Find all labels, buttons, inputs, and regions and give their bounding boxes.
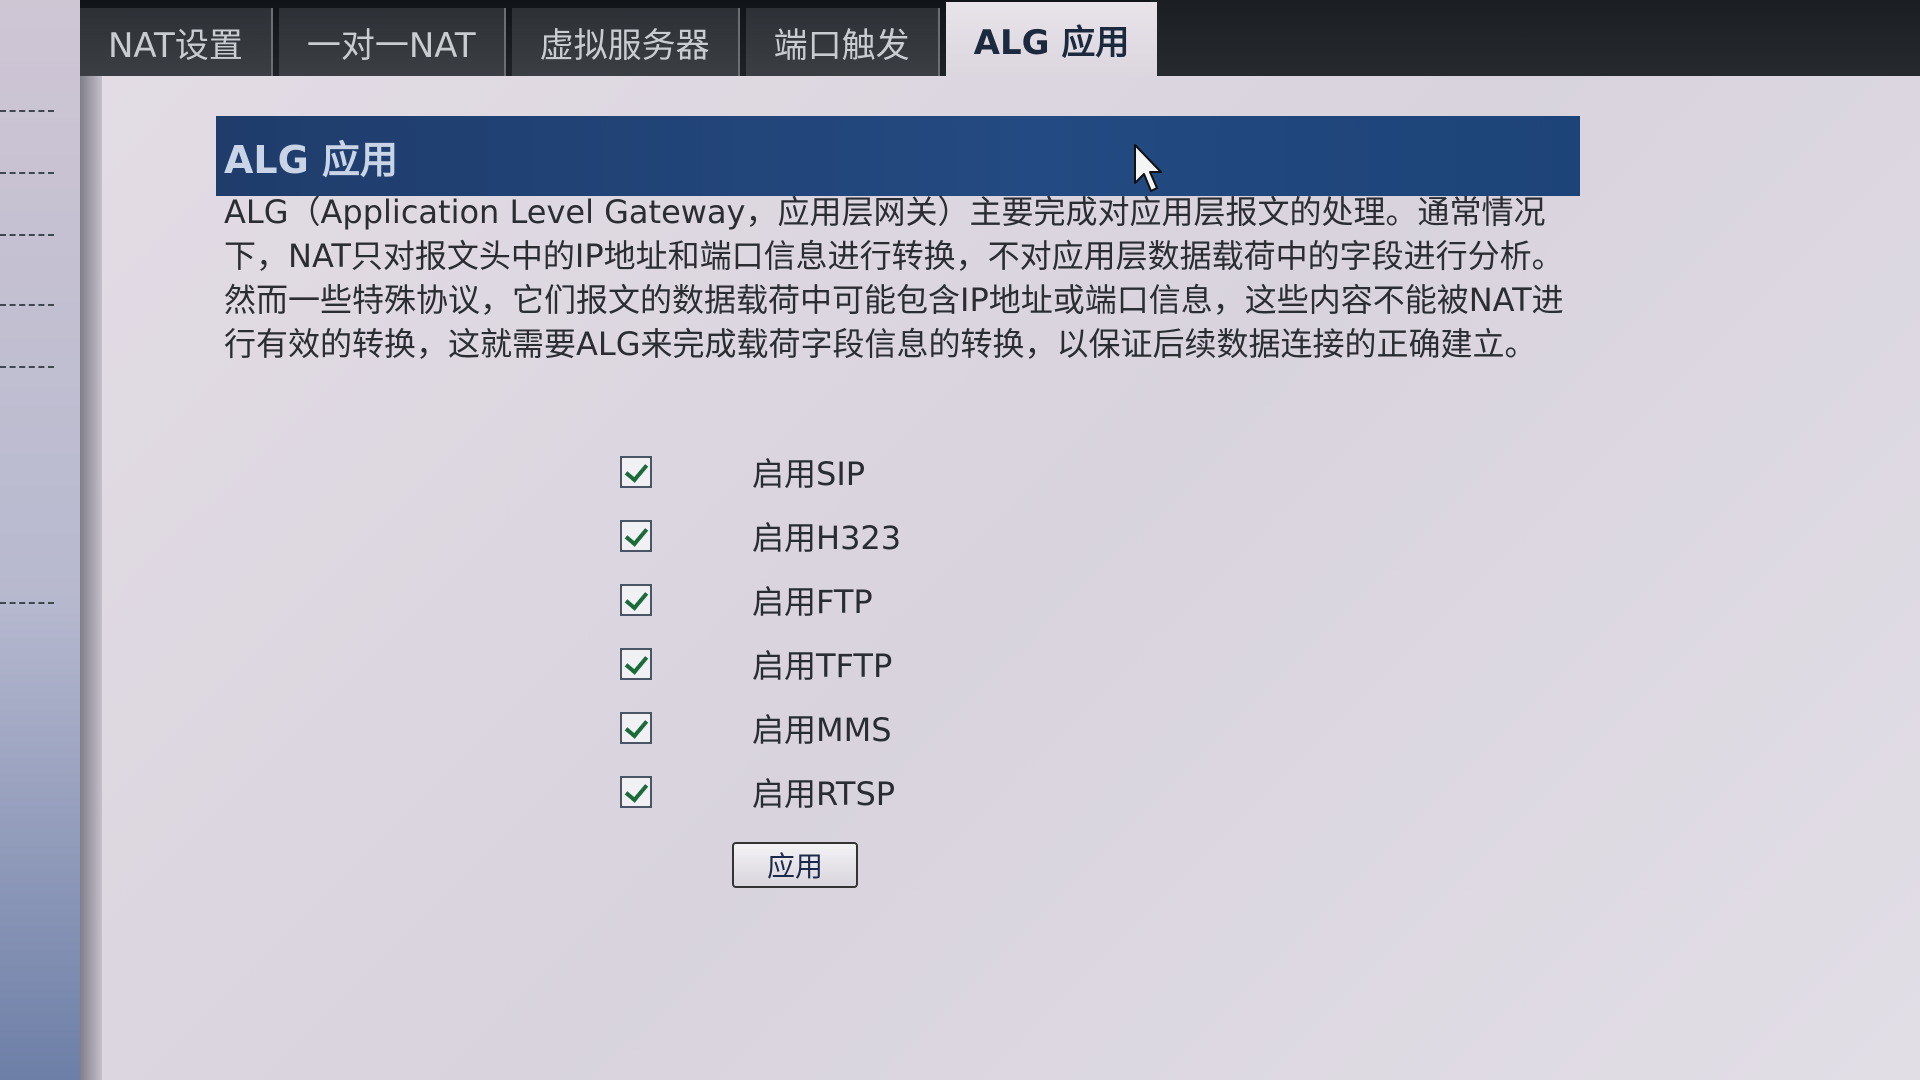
tftp-label: 启用TFTP bbox=[752, 647, 893, 685]
nav-separator bbox=[0, 602, 54, 604]
checkmark-icon bbox=[624, 586, 649, 611]
option-row-tftp: 启用TFTP bbox=[620, 632, 901, 696]
section-description: ALG（Application Level Gateway，应用层网关）主要完成… bbox=[224, 193, 1564, 363]
h323-label: 启用H323 bbox=[752, 519, 902, 557]
rtsp-label: 启用RTSP bbox=[752, 775, 896, 813]
checkmark-icon bbox=[624, 650, 649, 675]
sidebar-divider bbox=[80, 40, 102, 1080]
sip-checkbox[interactable] bbox=[620, 456, 652, 488]
ftp-checkbox[interactable] bbox=[620, 584, 652, 616]
nav-separator bbox=[0, 110, 54, 112]
nav-separator bbox=[0, 234, 54, 236]
rtsp-checkbox[interactable] bbox=[620, 776, 652, 808]
ftp-label: 启用FTP bbox=[752, 583, 873, 621]
router-admin-page: NAT设置 一对一NAT 虚拟服务器 端口触发 ALG 应用 ALG 应用 AL… bbox=[0, 0, 1920, 1080]
option-row-rtsp: 启用RTSP bbox=[620, 760, 901, 824]
tab-port-trigger[interactable]: 端口触发 bbox=[745, 8, 940, 76]
option-row-sip: 启用SIP bbox=[620, 440, 901, 504]
checkmark-icon bbox=[624, 778, 649, 803]
option-row-ftp: 启用FTP bbox=[620, 568, 901, 632]
tab-virtual-server[interactable]: 虚拟服务器 bbox=[511, 8, 740, 76]
tab-bar: NAT设置 一对一NAT 虚拟服务器 端口触发 ALG 应用 bbox=[80, 0, 1163, 76]
option-row-mms: 启用MMS bbox=[620, 696, 901, 760]
tab-nat-settings[interactable]: NAT设置 bbox=[80, 8, 273, 76]
checkmark-icon bbox=[624, 714, 649, 739]
apply-button[interactable]: 应用 bbox=[732, 842, 858, 888]
checkmark-icon bbox=[624, 522, 649, 547]
nav-separator bbox=[0, 172, 54, 174]
nav-separator bbox=[0, 304, 54, 306]
option-row-h323: 启用H323 bbox=[620, 504, 901, 568]
left-navigation bbox=[0, 0, 80, 1080]
mms-checkbox[interactable] bbox=[620, 712, 652, 744]
tab-one-to-one-nat[interactable]: 一对一NAT bbox=[278, 8, 506, 76]
nav-separator bbox=[0, 366, 54, 368]
alg-options-list: 启用SIP 启用H323 启用FTP 启用TFTP 启用MMS 启用RTSP bbox=[620, 440, 901, 824]
sip-label: 启用SIP bbox=[752, 455, 866, 493]
tftp-checkbox[interactable] bbox=[620, 648, 652, 680]
h323-checkbox[interactable] bbox=[620, 520, 652, 552]
section-title: ALG 应用 bbox=[216, 116, 1580, 196]
section-title-text: ALG 应用 bbox=[224, 137, 399, 182]
tab-alg[interactable]: ALG 应用 bbox=[945, 2, 1158, 76]
mouse-pointer-icon bbox=[1134, 144, 1162, 192]
checkmark-icon bbox=[624, 458, 649, 483]
mms-label: 启用MMS bbox=[752, 711, 892, 749]
